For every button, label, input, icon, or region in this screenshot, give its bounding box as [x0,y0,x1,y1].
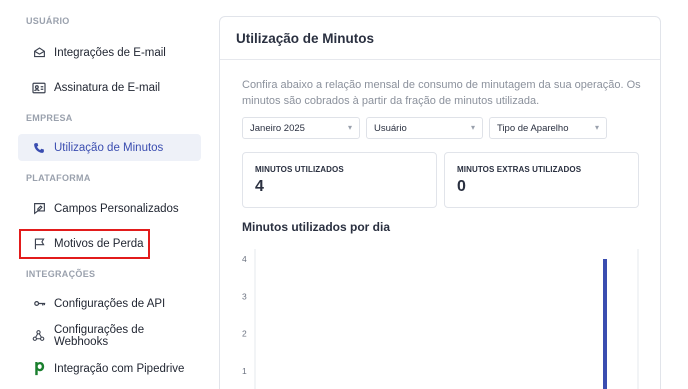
sidebar-item-label: Configurações de Webhooks [53,323,145,348]
chevron-down-icon: ▾ [470,123,475,132]
edit-field-icon [32,202,46,216]
device-type-select[interactable]: Tipo de Aparelho ▾ [489,117,607,139]
section-label-empresa: EMPRESA [26,113,73,123]
sidebar-item-label: Campos Personalizados [54,202,179,215]
sidebar-item-integracoes-email[interactable]: Integrações de E-mail [18,39,201,66]
y-tick-label: 2 [242,329,247,339]
sidebar-item-configuracoes-api[interactable]: Configurações de API [18,290,201,317]
extra-minutes-value: 0 [457,178,466,195]
month-select-value: Janeiro 2025 [250,122,305,134]
y-tick-label: 1 [242,366,247,376]
device-type-select-value: Tipo de Aparelho [497,122,569,134]
id-card-icon [32,81,46,95]
sidebar-item-label: Assinatura de E-mail [54,81,161,94]
extra-minutes-stat: MINUTOS EXTRAS UTILIZADOS 0 [444,152,639,208]
highlight-box [19,229,150,259]
section-label-integracoes: INTEGRAÇÕES [26,269,96,279]
user-select-value: Usuário [374,122,407,134]
chart-title: Minutos utilizados por dia [242,220,390,234]
minutes-per-day-chart: 4 3 2 1 [242,249,639,389]
minutes-usage-card: Utilização de Minutos Confira abaixo a r… [219,16,661,389]
page-description: Confira abaixo a relação mensal de consu… [242,79,641,107]
month-select[interactable]: Janeiro 2025 ▾ [242,117,360,139]
sidebar-item-assinatura-email[interactable]: Assinatura de E-mail [18,74,201,101]
sidebar-item-label: Configurações de API [54,297,166,310]
card-header: Utilização de Minutos [220,17,660,60]
chevron-down-icon: ▾ [347,123,352,132]
sidebar-item-campos-personalizados[interactable]: Campos Personalizados [18,195,201,222]
phone-icon [32,141,46,155]
bar [603,259,607,389]
y-tick-label: 3 [242,291,247,301]
minutes-used-label: MINUTOS UTILIZADOS [255,165,344,174]
webhook-icon [32,329,46,343]
key-icon [32,297,46,311]
sidebar-item-label: Integração com Pipedrive [54,362,185,375]
sidebar: USUÁRIO Integrações de E-mail Assinatura… [0,0,212,389]
chevron-down-icon: ▾ [594,123,599,132]
page-title: Utilização de Minutos [236,30,375,46]
user-select[interactable]: Usuário ▾ [366,117,483,139]
sidebar-item-utilizacao-minutos[interactable]: Utilização de Minutos [18,134,201,161]
section-label-plataforma: PLATAFORMA [26,173,91,183]
pipedrive-logo-icon [32,361,46,376]
sidebar-item-label: Utilização de Minutos [54,141,164,154]
envelope-icon [32,46,46,60]
sidebar-item-configuracoes-webhooks[interactable]: Configurações de Webhooks [18,322,201,349]
minutes-used-stat: MINUTOS UTILIZADOS 4 [242,152,437,208]
minutes-used-value: 4 [255,178,264,195]
sidebar-item-integracao-pipedrive[interactable]: Integração com Pipedrive [18,355,201,382]
section-label-usuario: USUÁRIO [26,16,70,26]
y-tick-label: 4 [242,254,247,264]
sidebar-item-label: Integrações de E-mail [54,46,166,59]
extra-minutes-label: MINUTOS EXTRAS UTILIZADOS [457,165,582,174]
